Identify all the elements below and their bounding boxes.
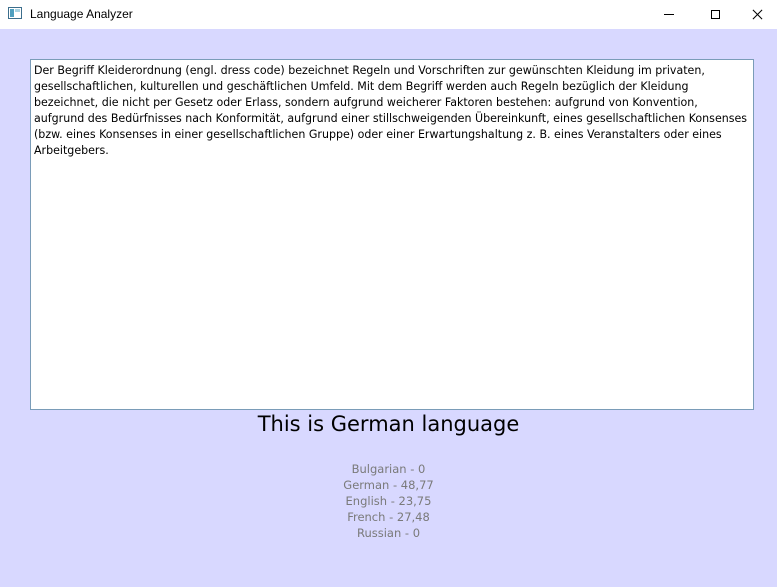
- score-item-french: French - 27,48: [347, 510, 430, 524]
- language-score-list: Bulgarian - 0 German - 48,77 English - 2…: [0, 461, 777, 541]
- detected-language-label: This is German language: [257, 412, 520, 436]
- score-item-russian: Russian - 0: [356, 526, 421, 540]
- main-panel: Der Begriff Kleiderordnung (engl. dress …: [0, 29, 777, 587]
- maximize-button[interactable]: [692, 0, 738, 29]
- minimize-icon: [664, 14, 674, 15]
- minimize-button[interactable]: [646, 0, 692, 29]
- close-icon: [752, 9, 763, 20]
- title-bar[interactable]: Language Analyzer: [0, 0, 777, 29]
- app-window-icon: [8, 7, 22, 19]
- score-item-german: German - 48,77: [343, 478, 434, 492]
- input-text-box[interactable]: Der Begriff Kleiderordnung (engl. dress …: [30, 59, 754, 410]
- close-button[interactable]: [738, 0, 777, 29]
- score-item-english: English - 23,75: [345, 494, 432, 508]
- maximize-icon: [710, 10, 720, 19]
- score-item-bulgarian: Bulgarian - 0: [351, 462, 426, 476]
- window-title: Language Analyzer: [30, 7, 133, 21]
